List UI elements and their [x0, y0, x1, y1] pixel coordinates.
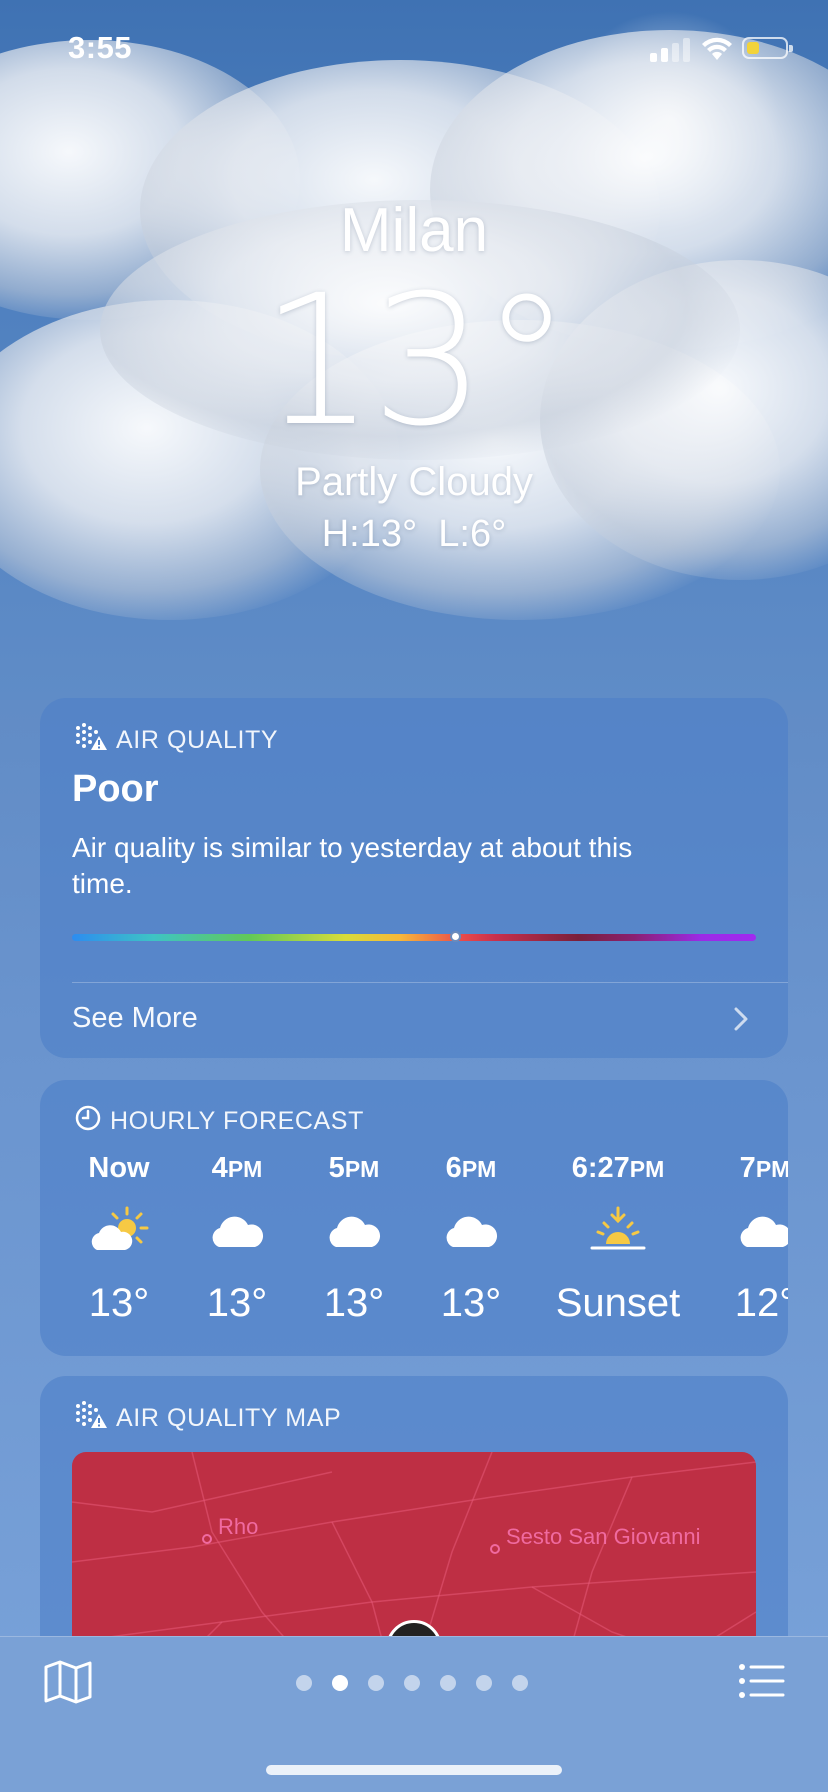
- hourly-forecast-title: HOURLY FORECAST: [74, 1104, 364, 1139]
- status-time: 3:55: [68, 30, 133, 65]
- status-bar: 3:55: [0, 0, 828, 100]
- air-quality-map-title-text: AIR QUALITY MAP: [116, 1404, 342, 1432]
- hour-label: 5: [328, 1152, 345, 1184]
- page-dot[interactable]: [404, 1675, 420, 1691]
- air-quality-level: Poor: [72, 768, 159, 810]
- sunset-icon: [534, 1196, 702, 1266]
- card-divider: [72, 982, 788, 983]
- place-label-sesto: Sesto San Giovanni: [506, 1524, 701, 1549]
- cellular-signal-icon: [650, 36, 694, 62]
- clock-icon: [74, 1104, 102, 1139]
- high-low-temperature: H:13° L:6°: [321, 513, 507, 555]
- bottom-toolbar: [0, 1636, 828, 1792]
- wifi-icon: [700, 36, 734, 67]
- hour-suffix: PM: [461, 1156, 497, 1182]
- air-quality-icon: [74, 722, 108, 759]
- partly-sunny-icon: [64, 1196, 174, 1266]
- place-label-rho: Rho: [218, 1514, 259, 1539]
- hour-label: 4: [211, 1152, 228, 1184]
- air-quality-title: AIR QUALITY: [74, 722, 278, 759]
- city-name: Milan: [339, 196, 489, 265]
- air-quality-description: Air quality is similar to yesterday at a…: [72, 832, 633, 899]
- air-quality-title-text: AIR QUALITY: [116, 726, 279, 754]
- current-temperature: 13°: [260, 257, 571, 466]
- place-marker: [202, 1534, 212, 1544]
- hour-label: 6:27: [571, 1152, 630, 1184]
- hour-item: 5PM 13°: [299, 1148, 409, 1328]
- air-quality-index-marker: [449, 931, 461, 942]
- hour-suffix: PM: [227, 1156, 263, 1182]
- page-dot-active[interactable]: [332, 1675, 348, 1691]
- chevron-right-icon[interactable]: [724, 1002, 758, 1036]
- air-quality-map-title: AIR QUALITY MAP: [74, 1400, 341, 1437]
- cloud-icon: [416, 1196, 526, 1266]
- cloud-icon: [182, 1196, 292, 1266]
- page-dot[interactable]: [368, 1675, 384, 1691]
- page-indicator[interactable]: [296, 1675, 528, 1691]
- hour-suffix: PM: [629, 1156, 665, 1182]
- hour-item: 7PM 12°: [710, 1148, 788, 1328]
- hour-item: 6:27PM Sunset: [534, 1148, 702, 1328]
- hour-suffix: PM: [344, 1156, 380, 1182]
- map-icon[interactable]: [42, 1659, 94, 1705]
- page-dot[interactable]: [512, 1675, 528, 1691]
- hour-temperature: 12°: [734, 1281, 788, 1325]
- cloud-icon: [299, 1196, 409, 1266]
- hour-label: Now: [88, 1152, 150, 1184]
- hour-temperature: 13°: [88, 1281, 150, 1325]
- page-dot[interactable]: [296, 1675, 312, 1691]
- current-weather-header: Milan 13° Partly Cloudy H:13° L:6°: [0, 200, 828, 556]
- see-more-link[interactable]: See More: [72, 1002, 198, 1035]
- hour-label: 7: [739, 1152, 756, 1184]
- air-quality-icon: [74, 1400, 108, 1437]
- hour-item: 6PM 13°: [416, 1148, 526, 1328]
- hourly-forecast-list[interactable]: Now 13° 4PM 13° 5PM 13° 6PM 13° 6:27PM S…: [40, 1148, 788, 1348]
- place-marker: [490, 1544, 500, 1554]
- air-quality-card[interactable]: AIR QUALITY Poor Air quality is similar …: [40, 698, 788, 1058]
- hour-suffix: PM: [755, 1156, 788, 1182]
- hour-item: Now 13°: [64, 1148, 174, 1328]
- hour-temperature: 13°: [323, 1281, 385, 1325]
- list-icon[interactable]: [738, 1661, 786, 1701]
- page-dot[interactable]: [476, 1675, 492, 1691]
- condition-text: Partly Cloudy: [295, 460, 533, 504]
- hour-item: 4PM 13°: [182, 1148, 292, 1328]
- hour-label: 6: [445, 1152, 462, 1184]
- cloud-icon: [710, 1196, 788, 1266]
- hour-temperature: 13°: [440, 1281, 502, 1325]
- hour-temperature: 13°: [206, 1281, 268, 1325]
- air-quality-scale-bar: [72, 934, 756, 941]
- battery-icon: [742, 37, 793, 59]
- hourly-forecast-card[interactable]: HOURLY FORECAST Now 13° 4PM 13° 5PM 13° …: [40, 1080, 788, 1356]
- home-indicator[interactable]: [266, 1765, 562, 1775]
- hourly-forecast-title-text: HOURLY FORECAST: [110, 1107, 364, 1135]
- hour-temperature: Sunset: [555, 1281, 681, 1325]
- page-dot[interactable]: [440, 1675, 456, 1691]
